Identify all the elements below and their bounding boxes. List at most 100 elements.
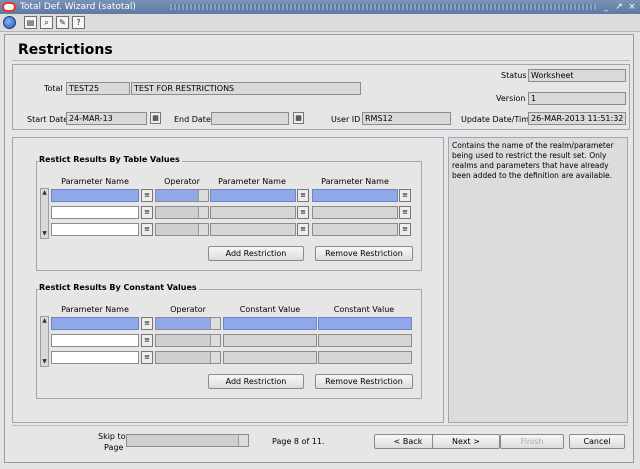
scroll-up-icon[interactable]: ▲ <box>41 317 48 325</box>
constant-row-3-param-lov-icon[interactable]: ≡ <box>141 351 153 364</box>
table-row-3-param3-lov-icon[interactable]: ≡ <box>399 223 411 236</box>
table-col-operator: Operator <box>164 177 200 186</box>
save-icon[interactable]: ▤ <box>24 16 37 29</box>
table-row-3-param-lov-icon[interactable]: ≡ <box>141 223 153 236</box>
table-col-parameter-name-1: Parameter Name <box>61 177 129 186</box>
finish-button[interactable]: Finish <box>500 434 564 449</box>
table-row-1-param2-lov-icon[interactable]: ≡ <box>297 189 309 202</box>
constant-row-2-operator[interactable] <box>155 334 221 347</box>
title-divider <box>12 60 630 61</box>
minimize-button[interactable]: _ <box>600 1 612 13</box>
constant-values-title: Restict Results By Constant Values <box>39 283 199 292</box>
constant-row-2-value2[interactable] <box>318 334 412 347</box>
skip-to-page-select[interactable] <box>126 434 249 447</box>
constant-col-operator: Operator <box>170 305 206 314</box>
table-row-3-param[interactable] <box>51 223 139 236</box>
table-row-2-param2-lov-icon[interactable]: ≡ <box>297 206 309 219</box>
dropdown-arrow-icon <box>238 435 248 446</box>
user-id-label: User ID <box>331 115 361 124</box>
table-col-parameter-name-2: Parameter Name <box>218 177 286 186</box>
constant-row-2-value1[interactable] <box>223 334 317 347</box>
scroll-down-icon[interactable]: ▼ <box>41 230 48 238</box>
globe-icon[interactable] <box>3 16 16 29</box>
constant-row-1-param[interactable] <box>51 317 139 330</box>
table-row-3-param3[interactable] <box>312 223 398 236</box>
constant-col-constant-value-2: Constant Value <box>333 305 395 314</box>
start-date-label: Start Date <box>27 115 69 124</box>
cancel-button[interactable]: Cancel <box>569 434 625 449</box>
help-icon[interactable]: ? <box>72 16 85 29</box>
table-values-scrollbar[interactable]: ▲ ▼ <box>40 188 49 239</box>
end-date-field[interactable] <box>211 112 289 125</box>
total-description-field[interactable]: TEST FOR RESTRICTIONS <box>131 82 361 95</box>
table-remove-restriction-button[interactable]: Remove Restriction <box>315 246 413 261</box>
scroll-up-icon[interactable]: ▲ <box>41 189 48 197</box>
end-date-calendar-icon[interactable]: ▦ <box>293 112 304 124</box>
table-row-2-param-lov-icon[interactable]: ≡ <box>141 206 153 219</box>
table-row-1-param2[interactable] <box>210 189 296 202</box>
status-field[interactable]: Worksheet <box>528 69 626 82</box>
restore-button[interactable]: ↗ <box>613 1 625 13</box>
next-button[interactable]: Next > <box>432 434 500 449</box>
table-row-3-param2[interactable] <box>210 223 296 236</box>
table-row-1-param[interactable] <box>51 189 139 202</box>
page-info: Page 8 of 11. <box>272 437 325 446</box>
user-id-field[interactable]: RMS12 <box>362 112 451 125</box>
start-date-field[interactable]: 24-MAR-13 <box>66 112 147 125</box>
version-label: Version <box>496 94 526 103</box>
total-code-field[interactable]: TEST25 <box>66 82 130 95</box>
title-bar-pattern <box>170 4 596 10</box>
table-row-2-operator[interactable] <box>155 206 209 219</box>
constant-remove-restriction-button[interactable]: Remove Restriction <box>315 374 413 389</box>
constant-row-3-operator[interactable] <box>155 351 221 364</box>
table-values-title: Restict Results By Table Values <box>39 155 182 164</box>
skip-to-label: Skip to <box>98 432 126 441</box>
close-button[interactable]: × <box>626 1 638 13</box>
window-title: Total Def. Wizard (satotal) <box>20 2 136 12</box>
find-icon[interactable]: ⌕ <box>40 16 53 29</box>
dropdown-arrow-icon <box>198 207 208 218</box>
window-title-bar[interactable]: Total Def. Wizard (satotal) _ ↗ × <box>0 0 640 14</box>
dropdown-arrow-icon <box>210 318 220 329</box>
table-row-2-param3[interactable] <box>312 206 398 219</box>
table-row-1-param3-lov-icon[interactable]: ≡ <box>399 189 411 202</box>
page-title: Restrictions <box>18 42 113 58</box>
table-row-3-param2-lov-icon[interactable]: ≡ <box>297 223 309 236</box>
constant-row-3-param[interactable] <box>51 351 139 364</box>
table-row-1-param3[interactable] <box>312 189 398 202</box>
constant-row-1-value2[interactable] <box>318 317 412 330</box>
constant-add-restriction-button[interactable]: Add Restriction <box>208 374 304 389</box>
constant-row-2-param[interactable] <box>51 334 139 347</box>
table-row-3-operator[interactable] <box>155 223 209 236</box>
table-add-restriction-button[interactable]: Add Restriction <box>208 246 304 261</box>
update-date-time-field[interactable]: 26-MAR-2013 11:51:32 <box>528 112 626 125</box>
constant-row-1-param-lov-icon[interactable]: ≡ <box>141 317 153 330</box>
table-row-2-param2[interactable] <box>210 206 296 219</box>
table-row-1-operator[interactable] <box>155 189 209 202</box>
constant-row-3-value1[interactable] <box>223 351 317 364</box>
constant-row-1-value1[interactable] <box>223 317 317 330</box>
edit-icon[interactable]: ✎ <box>56 16 69 29</box>
table-col-parameter-name-3: Parameter Name <box>321 177 389 186</box>
start-date-calendar-icon[interactable]: ▦ <box>150 112 161 124</box>
dropdown-arrow-icon <box>210 335 220 346</box>
constant-row-3-value2[interactable] <box>318 351 412 364</box>
help-text: Contains the name of the realm/parameter… <box>452 141 614 180</box>
constant-row-2-param-lov-icon[interactable]: ≡ <box>141 334 153 347</box>
table-row-2-param3-lov-icon[interactable]: ≡ <box>399 206 411 219</box>
skip-page-label: Page <box>104 443 124 452</box>
constant-col-constant-value-1: Constant Value <box>239 305 301 314</box>
constant-row-1-operator[interactable] <box>155 317 221 330</box>
table-row-1-param-lov-icon[interactable]: ≡ <box>141 189 153 202</box>
dropdown-arrow-icon <box>198 190 208 201</box>
end-date-label: End Date <box>174 115 211 124</box>
constant-values-scrollbar[interactable]: ▲ ▼ <box>40 316 49 367</box>
dropdown-arrow-icon <box>198 224 208 235</box>
constant-col-parameter-name: Parameter Name <box>61 305 129 314</box>
version-field[interactable]: 1 <box>528 92 626 105</box>
table-row-2-param[interactable] <box>51 206 139 219</box>
scroll-down-icon[interactable]: ▼ <box>41 358 48 366</box>
dropdown-arrow-icon <box>210 352 220 363</box>
footer-divider <box>12 425 628 426</box>
oracle-logo-icon <box>2 2 16 12</box>
